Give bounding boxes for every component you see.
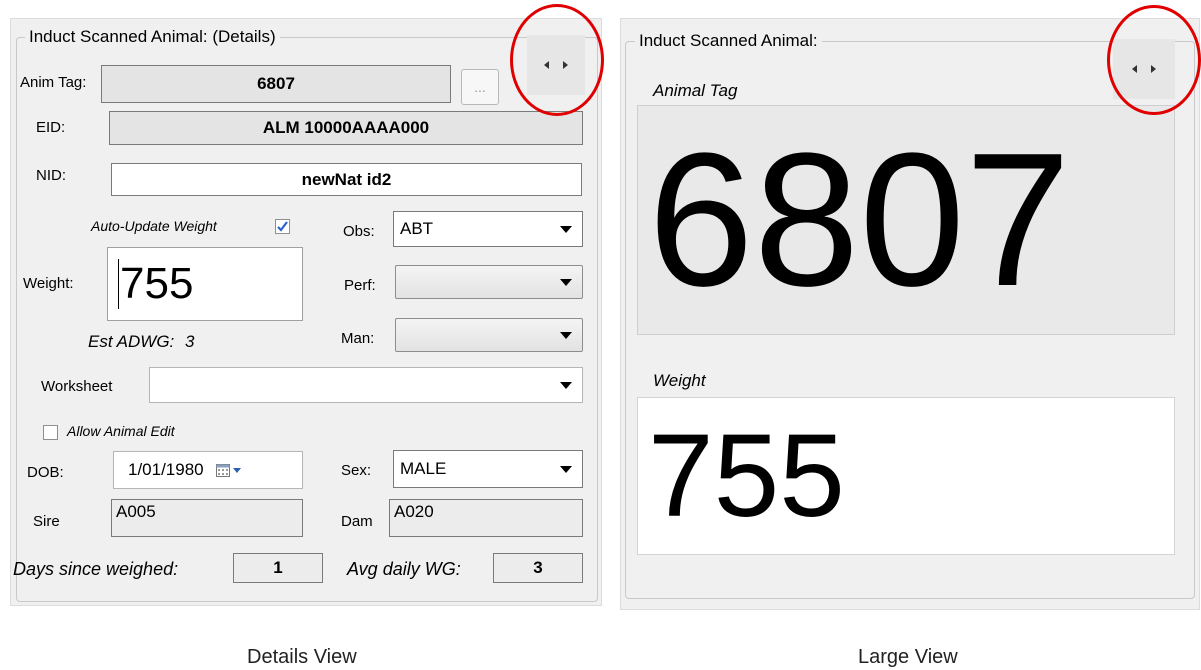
eid-value: ALM 10000AAAA000 bbox=[262, 118, 430, 137]
nid-label: NID: bbox=[36, 167, 66, 184]
chevron-down-icon bbox=[560, 466, 572, 473]
sex-dropdown[interactable]: MALE bbox=[393, 450, 583, 488]
dob-date-picker[interactable]: 1/01/1980 bbox=[113, 451, 303, 489]
eid-label: EID: bbox=[36, 119, 66, 136]
sex-label: Sex: bbox=[341, 462, 372, 479]
sire-value: A005 bbox=[116, 502, 156, 521]
obs-label: Obs: bbox=[343, 223, 375, 240]
days-since-weighed-label: Days since weighed: bbox=[13, 559, 179, 579]
checkmark-icon bbox=[277, 221, 288, 232]
nid-value: newNat id2 bbox=[301, 169, 392, 189]
worksheet-label: Worksheet bbox=[41, 378, 113, 395]
perf-label: Perf: bbox=[344, 277, 376, 294]
large-view-panel: Induct Scanned Animal: Animal Tag 6807 W… bbox=[620, 18, 1200, 610]
avg-daily-wg-label: Avg daily WG: bbox=[347, 559, 461, 579]
browse-animal-button[interactable]: ... bbox=[461, 69, 499, 105]
allow-animal-edit-label: Allow Animal Edit bbox=[67, 423, 175, 439]
man-label: Man: bbox=[341, 330, 375, 347]
weight-input[interactable]: 755 bbox=[107, 247, 303, 321]
weight-large-value: 755 bbox=[648, 410, 845, 542]
auto-update-weight-checkbox[interactable] bbox=[275, 219, 290, 234]
anim-tag-label: Anim Tag: bbox=[20, 74, 87, 91]
obs-dropdown[interactable]: ABT bbox=[393, 211, 583, 247]
highlight-circle-large bbox=[1107, 5, 1201, 115]
weight-value: 755 bbox=[120, 259, 194, 308]
man-dropdown[interactable] bbox=[395, 318, 583, 352]
chevron-down-icon bbox=[560, 226, 572, 233]
details-view-panel: Induct Scanned Animal: (Details) Anim Ta… bbox=[10, 18, 602, 606]
details-group-title: Induct Scanned Animal: (Details) bbox=[25, 27, 280, 47]
sex-value: MALE bbox=[400, 459, 447, 478]
days-since-weighed-field: 1 bbox=[233, 553, 323, 583]
weight-large-display: 755 bbox=[637, 397, 1175, 555]
browse-button-label: ... bbox=[474, 79, 486, 95]
chevron-down-icon bbox=[560, 332, 572, 339]
avg-daily-wg-value: 3 bbox=[533, 558, 543, 577]
est-adwg-value: 3 bbox=[185, 332, 195, 351]
chevron-down-icon bbox=[560, 382, 572, 389]
obs-value: ABT bbox=[400, 219, 434, 238]
est-adwg-label: Est ADWG: bbox=[88, 332, 175, 351]
dob-label: DOB: bbox=[27, 464, 64, 481]
eid-field[interactable]: ALM 10000AAAA000 bbox=[109, 111, 583, 145]
worksheet-dropdown[interactable] bbox=[149, 367, 583, 403]
large-group-title: Induct Scanned Animal: bbox=[635, 31, 822, 51]
auto-update-weight-label: Auto-Update Weight bbox=[91, 218, 217, 234]
text-cursor bbox=[118, 259, 119, 309]
perf-dropdown[interactable] bbox=[395, 265, 583, 299]
details-view-caption: Details View bbox=[247, 646, 357, 668]
nid-field[interactable]: newNat id2 bbox=[111, 163, 582, 196]
weight-large-label: Weight bbox=[653, 371, 706, 390]
allow-animal-edit-checkbox[interactable] bbox=[43, 425, 58, 440]
anim-tag-field[interactable]: 6807 bbox=[101, 65, 451, 103]
highlight-circle-details bbox=[510, 4, 604, 116]
dam-label: Dam bbox=[341, 513, 373, 530]
avg-daily-wg-field: 3 bbox=[493, 553, 583, 583]
calendar-icon[interactable] bbox=[215, 463, 244, 477]
dam-value: A020 bbox=[394, 502, 434, 521]
weight-label: Weight: bbox=[23, 275, 74, 292]
days-since-weighed-value: 1 bbox=[273, 558, 283, 577]
animal-tag-display: 6807 bbox=[637, 105, 1175, 335]
large-view-caption: Large View bbox=[858, 646, 958, 668]
dob-value: 1/01/1980 bbox=[128, 460, 204, 479]
animal-tag-label: Animal Tag bbox=[653, 81, 738, 100]
dam-field[interactable]: A020 bbox=[389, 499, 583, 537]
chevron-down-icon bbox=[560, 279, 572, 286]
animal-tag-value: 6807 bbox=[648, 114, 1071, 326]
sire-field[interactable]: A005 bbox=[111, 499, 303, 537]
anim-tag-value: 6807 bbox=[257, 74, 295, 93]
sire-label: Sire bbox=[33, 513, 60, 530]
